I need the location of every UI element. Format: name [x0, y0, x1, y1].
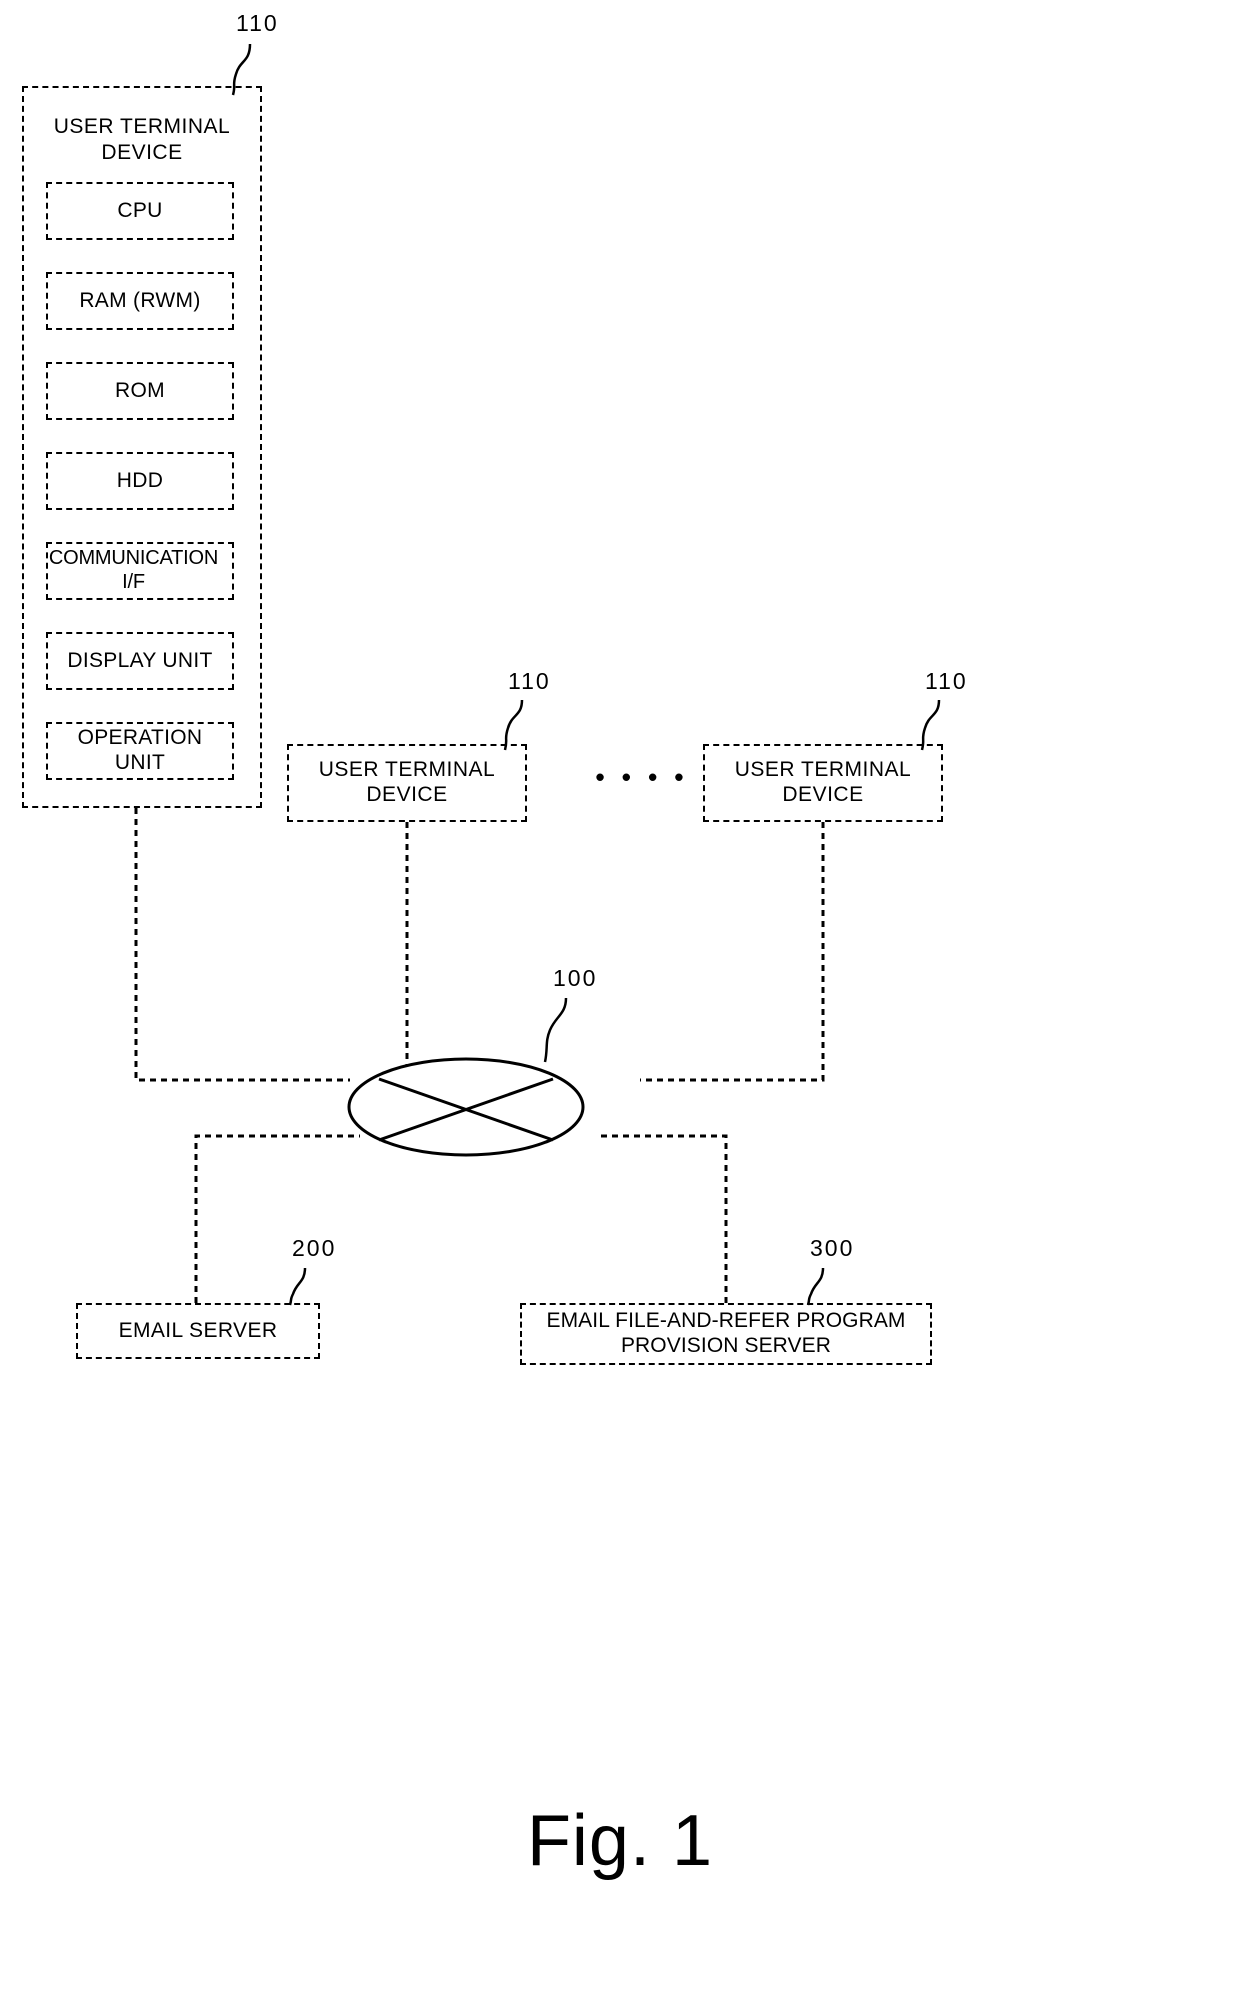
- user-terminal-device-title: USER TERMINAL DEVICE: [53, 115, 231, 165]
- connector-provision-server: [600, 1134, 728, 1303]
- leader-110-peer2: [920, 699, 941, 751]
- rom-label: ROM: [115, 378, 165, 402]
- user-terminal-device-peer-1-label: USER TERMINAL DEVICE: [318, 758, 496, 806]
- patent-figure: USER TERMINAL DEVICE CPU RAM (RWM) ROM H…: [0, 0, 1240, 1991]
- peer-terminal-ellipsis: • • • •: [595, 762, 689, 792]
- user-terminal-device-peer-2: USER TERMINAL DEVICE: [703, 744, 943, 822]
- user-terminal-device-peer-1: USER TERMINAL DEVICE: [287, 744, 527, 822]
- reference-numeral-100-network: 100: [553, 965, 598, 991]
- cpu-label: CPU: [117, 198, 163, 222]
- connector-terminal-main: [134, 808, 350, 1082]
- ram-label: RAM (RWM): [79, 288, 201, 312]
- communication-if-label: COMMUNICATION I/F: [48, 547, 219, 593]
- display-unit-box: DISPLAY UNIT: [46, 632, 234, 690]
- user-terminal-device-peer-2-label: USER TERMINAL DEVICE: [734, 758, 912, 806]
- ram-box: RAM (RWM): [46, 272, 234, 330]
- network-ellipse: [347, 1057, 585, 1157]
- connector-email-server: [194, 1134, 360, 1303]
- cpu-box: CPU: [46, 182, 234, 240]
- display-unit-label: DISPLAY UNIT: [67, 648, 213, 672]
- email-server-box: EMAIL SERVER: [76, 1303, 320, 1359]
- leader-200-email-server: [288, 1267, 307, 1306]
- leader-100-network: [543, 997, 568, 1063]
- reference-numeral-110-main: 110: [236, 10, 279, 36]
- hdd-box: HDD: [46, 452, 234, 510]
- provision-server-box: EMAIL FILE-AND-REFER PROGRAM PROVISION S…: [520, 1303, 932, 1365]
- leader-110-peer1: [503, 699, 524, 751]
- reference-numeral-200-email-server: 200: [292, 1235, 337, 1261]
- rom-box: ROM: [46, 362, 234, 420]
- hdd-label: HDD: [116, 468, 164, 492]
- connector-terminal-peer2: [640, 822, 825, 1082]
- leader-300-provision-server: [806, 1267, 825, 1306]
- operation-unit-box: OPERATION UNIT: [46, 722, 234, 780]
- reference-numeral-110-peer-2: 110: [925, 668, 968, 694]
- figure-caption: Fig. 1: [526, 1801, 714, 1881]
- operation-unit-label: OPERATION UNIT: [77, 726, 203, 774]
- reference-numeral-110-peer-1: 110: [508, 668, 551, 694]
- email-server-label: EMAIL SERVER: [118, 1318, 278, 1342]
- communication-if-box: COMMUNICATION I/F: [46, 542, 234, 600]
- provision-server-label: EMAIL FILE-AND-REFER PROGRAM PROVISION S…: [546, 1309, 906, 1357]
- user-terminal-device-panel: USER TERMINAL DEVICE CPU RAM (RWM) ROM H…: [22, 86, 262, 808]
- reference-numeral-300-provision-server: 300: [810, 1235, 855, 1261]
